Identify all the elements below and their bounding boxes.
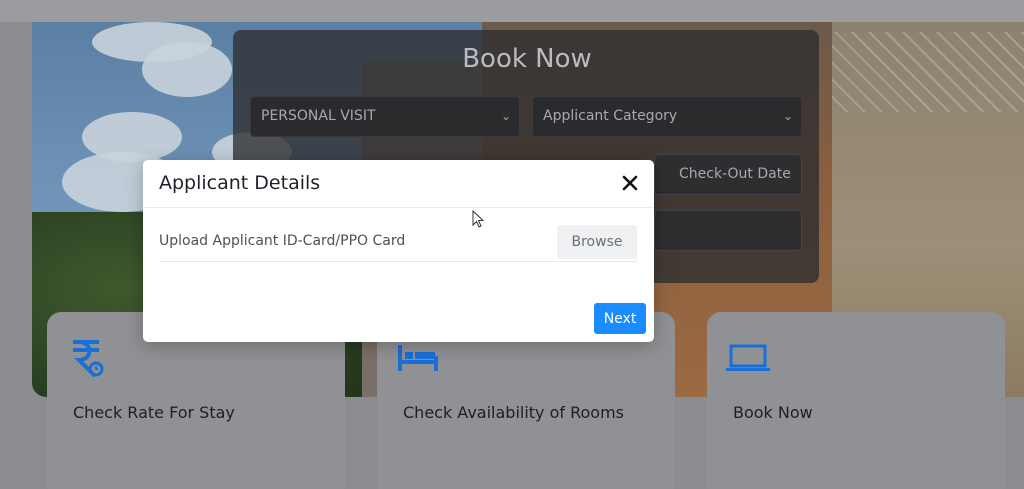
browse-button[interactable]: Browse: [557, 225, 637, 259]
modal-header: Applicant Details: [143, 160, 654, 208]
applicant-details-modal: Applicant Details Upload Applicant ID-Ca…: [143, 160, 654, 342]
next-button[interactable]: Next: [594, 303, 646, 334]
mouse-cursor-icon: [472, 209, 486, 230]
close-icon[interactable]: [620, 173, 640, 193]
upload-id-card-label: Upload Applicant ID-Card/PPO Card: [159, 233, 406, 249]
modal-title: Applicant Details: [159, 172, 321, 194]
upload-id-card-field[interactable]: Upload Applicant ID-Card/PPO Card Browse: [159, 224, 637, 262]
